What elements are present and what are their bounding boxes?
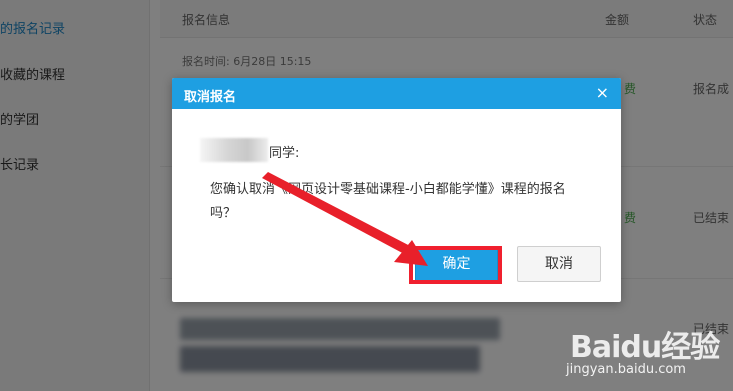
baidu-jingyan-logo: Baidu经验 <box>570 330 720 365</box>
dialog-header: 取消报名 × <box>172 78 621 109</box>
close-icon[interactable]: × <box>596 84 609 102</box>
highlight-box <box>409 246 502 284</box>
confirm-message: 您确认取消《网页设计零基础课程-小白都能学懂》课程的报名吗？ <box>210 182 566 221</box>
cancel-button[interactable]: 取消 <box>517 246 601 282</box>
baidu-watermark: Baidu经验 jingyan.baidu.com <box>560 320 733 391</box>
cancel-signup-dialog: 取消报名 × 同学: 您确认取消《网页设计零基础课程-小白都能学懂》课程的报名吗… <box>172 78 621 302</box>
greeting-text: 同学: <box>269 146 300 161</box>
blurred-username <box>200 138 268 162</box>
watermark-url: jingyan.baidu.com <box>566 362 686 377</box>
dialog-title: 取消报名 <box>184 90 237 105</box>
